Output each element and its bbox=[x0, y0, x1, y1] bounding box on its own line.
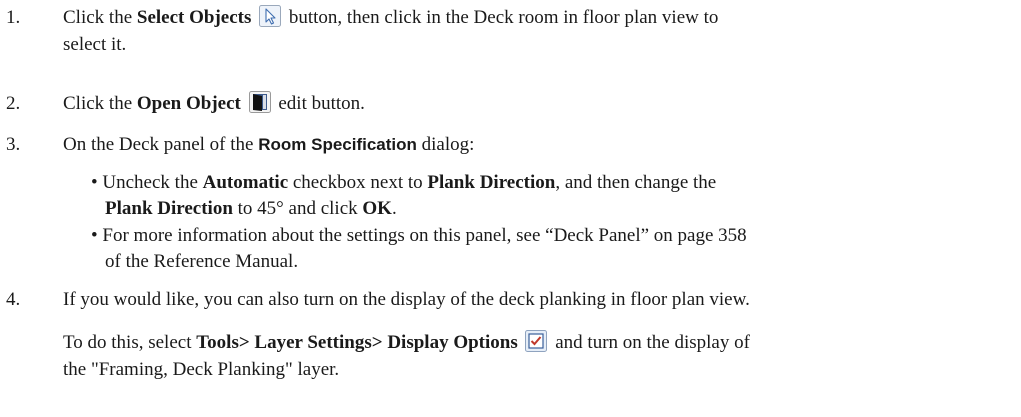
step-text: Click the Open Object edit button. bbox=[63, 91, 365, 114]
bullet-item: • For more information about the setting… bbox=[91, 225, 747, 272]
step-number: 1. bbox=[6, 7, 21, 28]
select-objects-arrow-icon bbox=[259, 5, 282, 27]
step-number: 2. bbox=[6, 93, 21, 114]
step-number: 4. bbox=[6, 289, 21, 310]
step-number: 3. bbox=[6, 134, 21, 155]
display-options-checkbox-icon bbox=[525, 330, 548, 352]
open-object-door-icon bbox=[248, 91, 271, 113]
bullet-item: • Uncheck the Automatic checkbox next to… bbox=[91, 172, 717, 219]
step-text: Click the Select Objects button, then cl… bbox=[63, 5, 719, 55]
step-text: On the Deck panel of the Room Specificat… bbox=[63, 134, 475, 155]
step-text: If you would like, you can also turn on … bbox=[63, 289, 750, 310]
